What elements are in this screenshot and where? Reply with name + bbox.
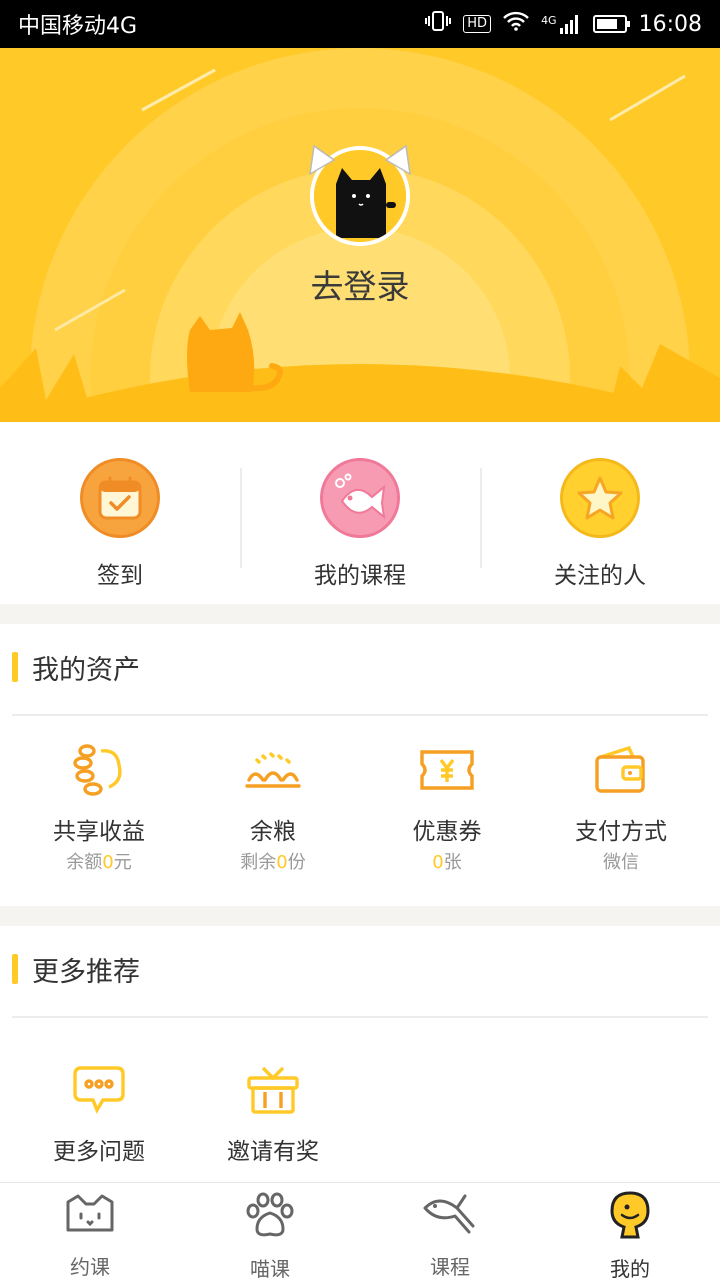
asset-name: 共享收益 [53,819,145,845]
quick-action-label: 签到 [97,563,143,589]
mascot-icon [610,1191,650,1239]
fish-icon [320,458,400,538]
cat-face-icon [64,1191,116,1237]
status-bar: 中国移动4G HD 4G 16:08 [0,0,720,48]
gift-icon [186,1062,360,1118]
quick-actions: 签到 我的课程 关注的人 [0,422,720,604]
section-title: 我的资产 [12,652,140,686]
tab-label: 喵课 [250,1257,290,1280]
signal-icon: 4G [541,14,581,34]
more-item-name: 邀请有奖 [227,1139,319,1165]
tab-mine[interactable]: 我的 [540,1183,720,1280]
quick-action-label: 关注的人 [554,563,646,589]
cat-ears-icon [309,144,411,176]
wallet-icon [534,742,708,798]
quick-action-label: 我的课程 [314,563,406,589]
bottom-tab-bar: 约课 喵课 课程 我的 [0,1182,720,1280]
section-title: 更多推荐 [12,954,140,988]
quick-action-checkin[interactable]: 签到 [0,422,240,604]
asset-name: 支付方式 [575,819,667,845]
quick-action-my-courses[interactable]: 我的课程 [240,422,480,604]
star-icon [560,458,640,538]
more-item-name: 更多问题 [53,1139,145,1165]
fish-outline-icon [421,1191,479,1237]
asset-value: 微信 [603,852,639,873]
more-section: 更多推荐 更多问题 邀请有奖 [0,926,720,1182]
wifi-icon [503,11,529,37]
asset-shared-income[interactable]: 共享收益 余额0元 [12,742,186,874]
vibrate-icon [425,10,452,38]
assets-section: 我的资产 共享收益 余额0元 余粮 剩余0份 优惠券 0张 支付方式 微信 [0,624,720,906]
tab-meow-class[interactable]: 喵课 [180,1183,360,1280]
coins-icon [12,742,186,798]
divider [12,1016,708,1018]
profile-header: 去登录 [0,48,720,422]
divider [12,714,708,716]
paw-icon [245,1191,295,1239]
battery-icon [592,15,630,33]
asset-food[interactable]: 余粮 剩余0份 [186,742,360,874]
carrier-name: 中国移动4G [18,14,138,39]
tab-courses[interactable]: 课程 [360,1183,540,1280]
asset-payment-method[interactable]: 支付方式 微信 [534,742,708,874]
clock: 16:08 [638,11,702,37]
calendar-check-icon [80,458,160,538]
asset-coupon[interactable]: 优惠券 0张 [360,742,534,874]
tab-label: 约课 [70,1255,110,1279]
asset-name: 余粮 [250,819,296,845]
invite-rewards[interactable]: 邀请有奖 [186,1062,360,1166]
login-link[interactable]: 去登录 [0,260,720,308]
asset-value: 0张 [432,852,462,873]
asset-value: 余额0元 [66,852,132,873]
status-icons: HD 4G 16:08 [425,10,702,38]
asset-value: 剩余0份 [240,852,306,873]
more-questions[interactable]: 更多问题 [12,1062,186,1166]
food-icon [186,742,360,798]
hd-badge: HD [463,15,492,33]
tab-label: 我的 [610,1257,650,1280]
quick-action-following[interactable]: 关注的人 [480,422,720,604]
tab-label: 课程 [430,1255,470,1279]
asset-name: 优惠券 [412,819,482,845]
chat-bubble-icon [12,1062,186,1118]
coupon-icon [360,742,534,798]
tab-book-class[interactable]: 约课 [0,1183,180,1280]
